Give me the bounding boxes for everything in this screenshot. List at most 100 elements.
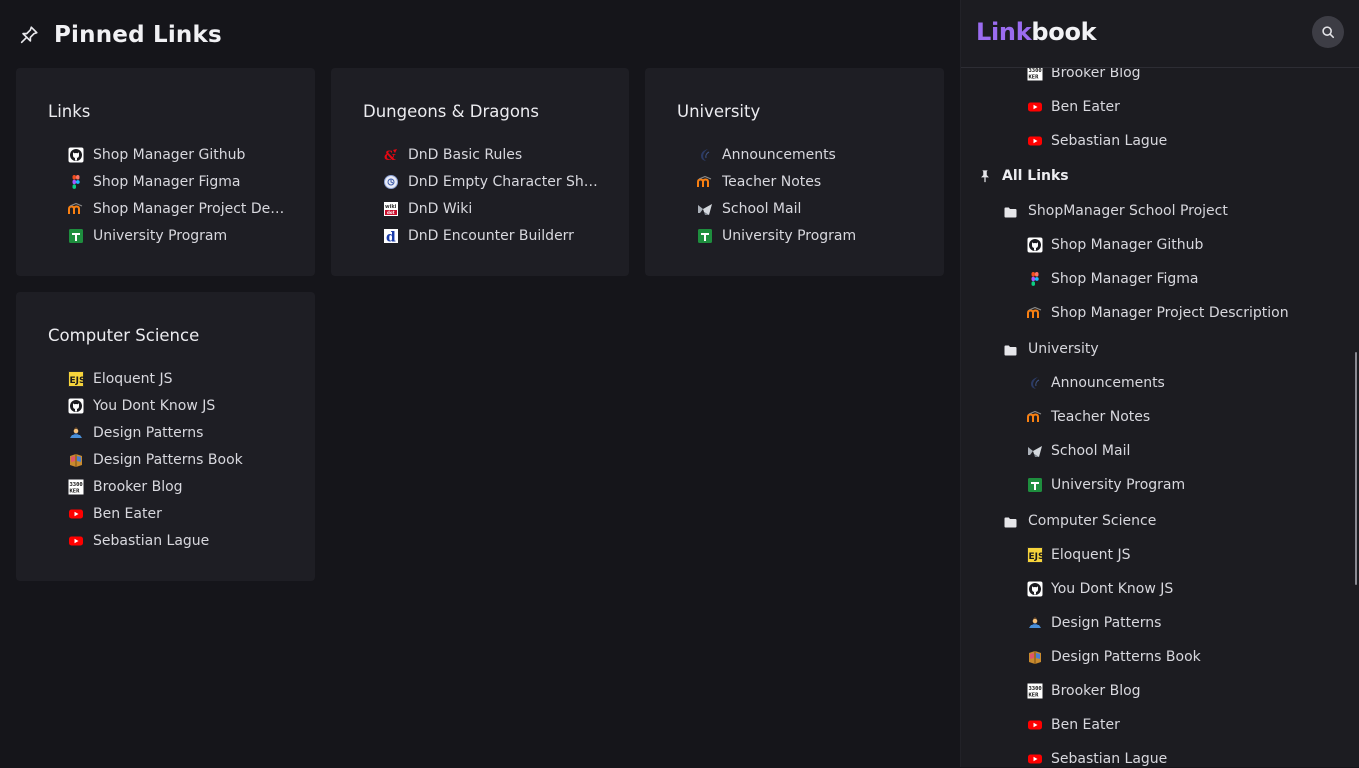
link-label: DnD Empty Character Sh… (408, 173, 598, 190)
page-header: Pinned Links (18, 20, 222, 50)
sidebar-link-item[interactable]: Sebastian Lague (1027, 132, 1167, 150)
ejs-icon: EJS (68, 370, 85, 387)
youtube-icon (68, 506, 84, 522)
sidebar-scrollbar[interactable] (1355, 352, 1357, 585)
card-title: Dungeons & Dragons (363, 102, 539, 121)
folder-label: ShopManager School Project (1028, 203, 1228, 219)
link-label: Brooker Blog (1051, 683, 1141, 699)
youtube-icon (1027, 751, 1043, 767)
link-item[interactable]: Shop Manager Project De… (68, 195, 298, 222)
link-label: Design Patterns (1051, 615, 1162, 631)
sidebar-link-item[interactable]: 3300 KER Brooker Blog (1027, 682, 1141, 700)
sidebar-folder[interactable]: University (1004, 340, 1099, 358)
sidebar-folder[interactable]: ShopManager School Project (1004, 202, 1228, 220)
link-item[interactable]: Design Patterns Book (68, 446, 298, 473)
svg-text:KER: KER (1029, 693, 1040, 699)
link-label: University Program (93, 227, 228, 244)
sidebar-link-item[interactable]: University Program (1027, 476, 1185, 494)
moon-icon (697, 147, 713, 163)
book-icon (1027, 649, 1043, 665)
youtube-icon (68, 533, 84, 549)
sidebar-link-item[interactable]: School Mail (1027, 442, 1130, 460)
youtube-icon (1027, 99, 1043, 115)
link-label: You Dont Know JS (1051, 581, 1174, 597)
wikidot-icon: wiki dot (383, 201, 399, 217)
sidebar-link-item[interactable]: Sebastian Lague (1027, 750, 1167, 768)
sidebar-link-item[interactable]: Teacher Notes (1027, 408, 1150, 426)
link-label: Design Patterns Book (1051, 649, 1201, 665)
youtube-icon (1027, 133, 1043, 149)
link-label: Brooker Blog (93, 478, 183, 495)
moodle-icon (697, 174, 713, 190)
sidebar-link-item[interactable]: Design Patterns Book (1027, 648, 1201, 666)
link-item[interactable]: DnD Empty Character Sh… (383, 168, 609, 195)
link-item[interactable]: Announcements (697, 141, 927, 168)
link-item[interactable]: Shop Manager Figma (68, 168, 298, 195)
link-label: Shop Manager Figma (93, 173, 241, 190)
folder-icon (1004, 516, 1017, 528)
sidebar-link-item[interactable]: Shop Manager Project Description (1027, 304, 1289, 322)
svg-text:KER: KER (70, 488, 81, 494)
link-label: DnD Wiki (408, 200, 473, 217)
link-item[interactable]: Sebastian Lague (68, 527, 298, 554)
all-links-section[interactable]: All Links (978, 167, 1069, 185)
link-item[interactable]: wiki dot DnD Wiki (383, 195, 609, 222)
figma-icon (1027, 271, 1043, 287)
sidebar-header: Linkbook (961, 0, 1359, 68)
svg-text:d: d (386, 229, 396, 244)
figma-icon (68, 174, 84, 190)
link-label: Eloquent JS (93, 370, 173, 387)
card-title: University (677, 102, 761, 121)
link-item[interactable]: Design Patterns (68, 419, 298, 446)
mail-icon (1027, 443, 1043, 459)
link-item[interactable]: Ben Eater (68, 500, 298, 527)
svg-text:KER: KER (1029, 75, 1040, 81)
link-item[interactable]: Teacher Notes (697, 168, 927, 195)
svg-text:EJS: EJS (70, 376, 85, 386)
svg-text:3300: 3300 (1029, 68, 1042, 74)
dnd-icon: & (383, 147, 399, 163)
link-item[interactable]: You Dont Know JS (68, 392, 298, 419)
link-item[interactable]: University Program (697, 222, 927, 249)
brooker-icon: 3300 KER (68, 479, 84, 495)
link-item[interactable]: School Mail (697, 195, 927, 222)
svg-text:3300: 3300 (1029, 686, 1042, 692)
sidebar-link-item[interactable]: Design Patterns (1027, 614, 1161, 632)
github-icon (68, 147, 84, 163)
link-item[interactable]: 3300 KER Brooker Blog (68, 473, 298, 500)
app-logo: Linkbook (976, 18, 1097, 46)
search-icon (1322, 26, 1335, 39)
link-label: DnD Basic Rules (408, 146, 523, 163)
link-item[interactable]: Shop Manager Github (68, 141, 298, 168)
sidebar-link-item[interactable]: Announcements (1027, 374, 1165, 392)
refactoring-icon (68, 425, 84, 441)
link-label: Design Patterns Book (93, 451, 243, 468)
link-label: Shop Manager Project Description (1051, 305, 1289, 321)
sidebar-link-item[interactable]: You Dont Know JS (1027, 580, 1173, 598)
pinned-card-dungeons-dragons: Dungeons & Dragons & DnD Basic Rules DnD E… (331, 68, 629, 276)
search-button[interactable] (1312, 16, 1344, 48)
link-item[interactable]: University Program (68, 222, 298, 249)
main-panel: Pinned Links Links Shop Manager Github Sh… (0, 0, 960, 767)
moon-icon (1027, 375, 1043, 391)
link-label: University Program (722, 227, 857, 244)
globe-icon (383, 174, 399, 190)
link-label: Shop Manager Github (1051, 237, 1204, 253)
moodle-icon (1027, 305, 1043, 321)
sidebar-link-item[interactable]: Ben Eater (1027, 716, 1120, 734)
link-item[interactable]: & DnD Basic Rules (383, 141, 609, 168)
link-item[interactable]: d DnD Encounter Builderr (383, 222, 609, 249)
svg-text:EJS: EJS (1029, 552, 1044, 562)
sidebar-folder[interactable]: Computer Science (1004, 512, 1156, 530)
sidebar-link-item[interactable]: Shop Manager Github (1027, 236, 1203, 254)
sidebar-link-item[interactable]: Ben Eater (1027, 98, 1120, 116)
sidebar-link-item[interactable]: Shop Manager Figma (1027, 270, 1199, 288)
card-title: Links (48, 102, 91, 121)
link-label: Design Patterns (93, 424, 204, 441)
youtube-icon (1027, 717, 1043, 733)
sidebar-link-item[interactable]: EJS Eloquent JS (1027, 546, 1131, 564)
folder-icon (1004, 344, 1017, 356)
link-item[interactable]: EJS Eloquent JS (68, 365, 298, 392)
link-label: School Mail (722, 200, 802, 217)
folder-label: Computer Science (1028, 513, 1157, 529)
